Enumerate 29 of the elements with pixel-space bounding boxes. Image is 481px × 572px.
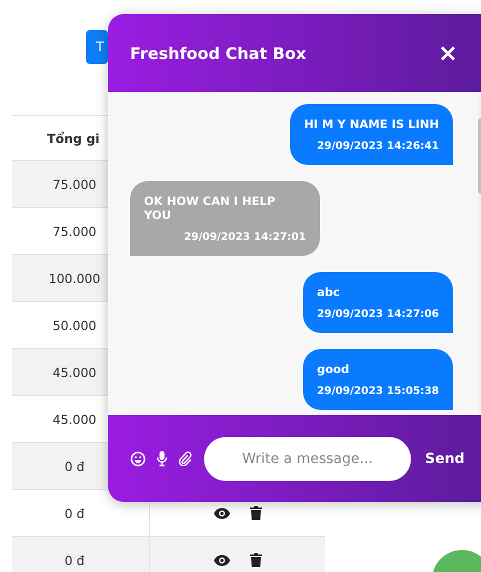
message-time: 29/09/2023 14:26:41: [316, 140, 439, 152]
table-cell: 0 đ: [64, 552, 84, 568]
table-cell: 45.000: [52, 412, 96, 426]
view-icon[interactable]: [214, 554, 230, 566]
emoji-icon[interactable]: [130, 450, 146, 466]
close-button[interactable]: ×: [438, 41, 458, 65]
trash-icon[interactable]: [250, 553, 262, 567]
message-time: 29/09/2023 14:27:06: [316, 308, 439, 320]
top-button[interactable]: T: [86, 30, 108, 64]
trash-icon[interactable]: [250, 506, 262, 520]
message-time: 29/09/2023 15:05:38: [316, 385, 439, 397]
table-cell: 75.000: [52, 176, 96, 192]
table-cell: 50.000: [52, 318, 96, 332]
message-text: good: [316, 362, 350, 376]
message-input[interactable]: Write a message...: [204, 436, 411, 480]
message-time: 29/09/2023 14:27:01: [182, 231, 306, 243]
table-cell: 0 đ: [64, 506, 84, 520]
view-icon[interactable]: [214, 508, 230, 518]
message-text: HI M Y NAME IS LINH: [304, 117, 439, 131]
table-cell: 45.000: [52, 364, 96, 380]
message-text: OK HOW CAN I HELP YOU: [144, 194, 276, 222]
microphone-icon[interactable]: [156, 450, 168, 467]
chat-title: Freshfood Chat Box: [130, 44, 306, 62]
message-text: abc: [316, 285, 341, 299]
paperclip-icon[interactable]: [178, 451, 192, 466]
send-button[interactable]: Send: [421, 450, 465, 466]
table-cell: 75.000: [52, 224, 96, 238]
table-cell: 100.000: [48, 270, 100, 286]
table-cell: 0 đ: [64, 458, 84, 474]
